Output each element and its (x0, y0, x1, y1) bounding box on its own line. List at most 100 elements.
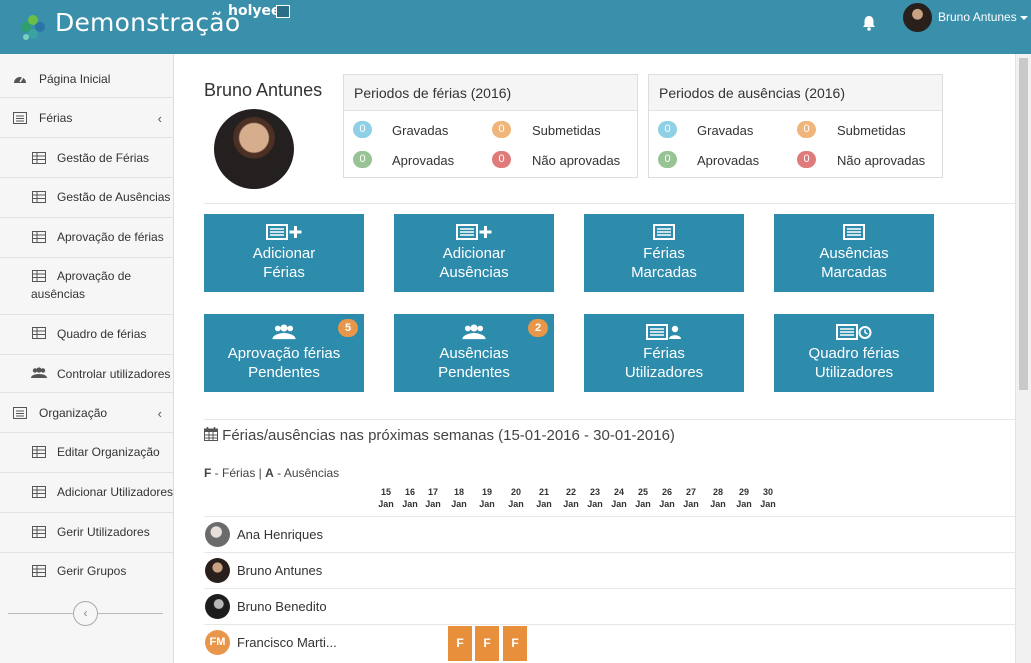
sidebar-item-ferias[interactable]: Férias ‹ (0, 98, 174, 138)
calendar-section-title: Férias/ausências nas próximas semanas (1… (204, 427, 675, 444)
avatar: FM (205, 630, 230, 655)
ferias-mark[interactable]: F (503, 626, 527, 661)
day-number: 25 (637, 487, 648, 497)
ausencias-marcadas-tile[interactable]: Ausências Marcadas (774, 214, 934, 292)
aprovadas-badge: 0 (353, 151, 372, 168)
calendar-row[interactable]: Ana Henriques (204, 516, 1017, 552)
add-ausencias-tile[interactable]: Adicionar Ausências (394, 214, 554, 292)
sidebar-item-gestao-ferias[interactable]: Gestão de Férias (0, 138, 174, 178)
top-navbar: Demonstração holyee Bruno Antunes (0, 0, 1031, 54)
quadro-ferias-utilizadores-tile[interactable]: Quadro férias Utilizadores (774, 314, 934, 392)
users-icon (31, 367, 47, 378)
calendar-row[interactable]: Bruno Benedito (204, 588, 1017, 624)
submetidas-badge: 0 (797, 121, 816, 138)
sidebar-item-label: Controlar utilizadores (57, 367, 171, 381)
calendar-day-column: 23 Jan (585, 486, 605, 510)
calendar-day-column: 16 Jan (400, 486, 420, 510)
sidebar-item-gerir-grupos[interactable]: Gerir Grupos (0, 553, 174, 591)
tile-line2: Utilizadores (814, 364, 894, 381)
calendar-row[interactable]: Bruno Antunes (204, 552, 1017, 588)
users-icon (272, 324, 296, 340)
sidebar-item-home[interactable]: Página Inicial (0, 54, 174, 98)
ferias-marcadas-tile[interactable]: Férias Marcadas (584, 214, 744, 292)
day-month: Jan (508, 499, 524, 509)
table-icon (32, 446, 46, 458)
day-month: Jan (378, 499, 394, 509)
user-avatar[interactable] (903, 3, 932, 32)
vertical-scrollbar[interactable] (1015, 54, 1031, 663)
sidebar-item-controlar-utilizadores[interactable]: Controlar utilizadores (0, 355, 174, 393)
nao-aprovadas-label: Não aprovadas (837, 153, 926, 168)
person-name: Bruno Benedito (237, 599, 327, 614)
day-month: Jan (587, 499, 603, 509)
logo-icon[interactable] (16, 10, 50, 44)
sidebar-item-label: Adicionar Utilizadores (57, 485, 174, 499)
scrollbar-thumb[interactable] (1019, 58, 1028, 390)
aprovacao-ferias-pendentes-tile[interactable]: 5 Aprovação férias Pendentes (204, 314, 364, 392)
person-name: Francisco Marti... (237, 635, 337, 650)
sidebar-collapse-button[interactable]: ‹ (73, 601, 98, 626)
legend-a: A (265, 466, 274, 480)
legend-f-text: - Férias | (211, 466, 266, 480)
sidebar-item-organizacao[interactable]: Organização ‹ (0, 393, 174, 433)
sidebar-item-label: Gerir Utilizadores (57, 525, 150, 539)
day-month: Jan (402, 499, 418, 509)
calendar-day-column: 19 Jan (477, 486, 497, 510)
day-month: Jan (659, 499, 675, 509)
add-list-icon (456, 224, 492, 240)
avatar (205, 558, 230, 583)
ferias-utilizadores-tile[interactable]: Férias Utilizadores (584, 314, 744, 392)
sidebar-item-label: Gestão de Férias (57, 151, 150, 165)
tile-line1: Quadro férias (808, 345, 900, 362)
app-brand[interactable]: Demonstração (55, 8, 240, 37)
gravadas-label: Gravadas (392, 123, 449, 138)
tile-line2: Marcadas (821, 264, 887, 281)
day-month: Jan (611, 499, 627, 509)
calendar-day-column: 29 Jan (734, 486, 754, 510)
calendar-day-column: 30 Jan (758, 486, 778, 510)
sidebar-item-label: Quadro de férias (57, 327, 147, 341)
panel-title: Periodos de férias (2016) (344, 75, 637, 111)
submetidas-label: Submetidas (837, 123, 906, 138)
table-icon (32, 231, 46, 243)
calendar-day-column: 15 Jan (376, 486, 396, 510)
day-number: 27 (685, 487, 696, 497)
sidebar-item-gestao-ausencias[interactable]: Gestão de Ausências (0, 178, 174, 218)
sidebar-item-aprovacao-ferias[interactable]: Aprovação de férias (0, 218, 174, 258)
day-month: Jan (536, 499, 552, 509)
chevron-left-icon: ‹ (157, 111, 162, 126)
table-icon (32, 152, 46, 164)
table-icon (32, 191, 46, 203)
avatar (205, 522, 230, 547)
sidebar-item-aprovacao-ausencias[interactable]: Aprovação de ausências (0, 258, 174, 315)
sidebar-item-editar-organizacao[interactable]: Editar Organização (0, 433, 174, 473)
sidebar-item-adicionar-utilizadores[interactable]: Adicionar Utilizadores (0, 473, 174, 513)
list-icon (13, 112, 27, 124)
notification-bell-icon[interactable] (861, 14, 877, 32)
calendar-day-column: 22 Jan (561, 486, 581, 510)
add-ferias-tile[interactable]: Adicionar Férias (204, 214, 364, 292)
day-number: 26 (661, 487, 672, 497)
day-number: 22 (565, 487, 576, 497)
sidebar-item-quadro-ferias[interactable]: Quadro de férias (0, 315, 174, 355)
day-number: 21 (538, 487, 549, 497)
divider (204, 419, 1017, 420)
calendar-day-column: 20 Jan (506, 486, 526, 510)
person-name: Bruno Antunes (237, 563, 323, 578)
tenant-label: holyee (228, 3, 281, 19)
gravadas-badge: 0 (353, 121, 372, 138)
sidebar-item-label: Editar Organização (57, 445, 160, 459)
ferias-mark[interactable]: F (475, 626, 499, 661)
ausencias-pendentes-tile[interactable]: 2 Ausências Pendentes (394, 314, 554, 392)
tile-line1: Aprovação férias (227, 345, 341, 362)
day-month: Jan (683, 499, 699, 509)
tile-line1: Adicionar (442, 245, 506, 262)
nao-aprovadas-badge: 0 (797, 151, 816, 168)
sidebar-item-gerir-utilizadores[interactable]: Gerir Utilizadores (0, 513, 174, 553)
calendar-row[interactable]: FM Francisco Marti... (204, 624, 1017, 663)
list-clock-icon (836, 324, 872, 340)
day-number: 16 (404, 487, 415, 497)
user-menu[interactable]: Bruno Antunes (938, 10, 1028, 24)
ferias-mark[interactable]: F (448, 626, 472, 661)
pending-count-badge: 2 (528, 319, 548, 337)
